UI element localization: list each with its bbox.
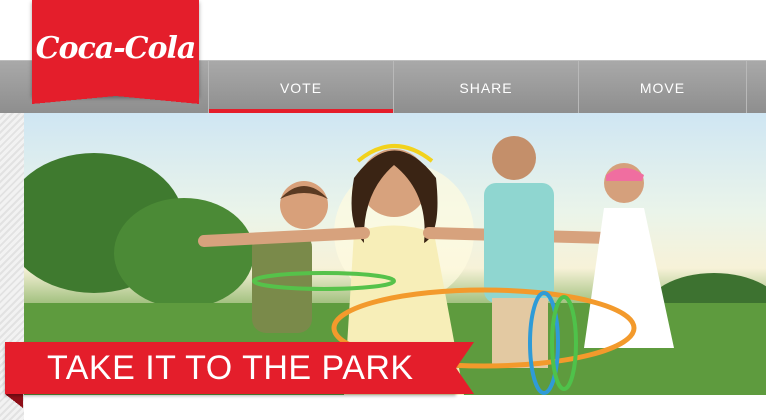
hero-banner: TAKE IT TO THE PARK bbox=[5, 342, 474, 394]
logo-text: Coca-Cola bbox=[35, 30, 197, 66]
father-shorts bbox=[492, 298, 548, 368]
father-head bbox=[492, 136, 536, 180]
mother-dress bbox=[584, 208, 674, 348]
girl-arm-left bbox=[198, 227, 370, 247]
tab-share[interactable]: SHARE bbox=[393, 61, 578, 114]
father-shirt bbox=[484, 183, 554, 303]
coca-cola-logo[interactable]: Coca-Cola bbox=[32, 0, 199, 104]
banner-text: TAKE IT TO THE PARK bbox=[47, 348, 414, 387]
tab-overflow bbox=[746, 61, 766, 114]
tree-left-2 bbox=[114, 198, 254, 308]
tab-move[interactable]: MOVE bbox=[578, 61, 746, 114]
banner-fold bbox=[5, 394, 23, 408]
tab-vote[interactable]: VOTE bbox=[208, 61, 393, 114]
